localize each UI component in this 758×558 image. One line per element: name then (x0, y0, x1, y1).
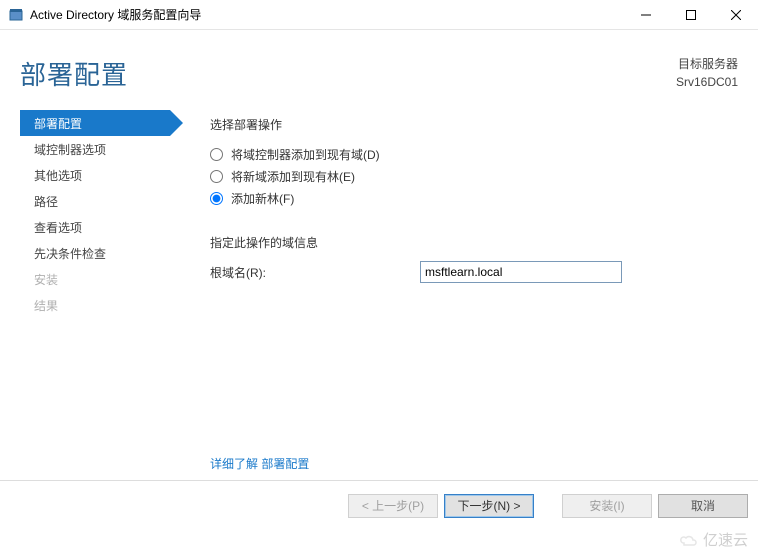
root-domain-label: 根域名(R): (210, 264, 420, 281)
window-title: Active Directory 域服务配置向导 (30, 6, 623, 23)
root-domain-row: 根域名(R): (210, 261, 738, 283)
header: 部署配置 目标服务器 Srv16DC01 (0, 30, 758, 110)
install-button: 安装(I) (562, 494, 652, 518)
domain-info-label: 指定此操作的域信息 (210, 234, 738, 251)
radio-add-to-existing-forest[interactable]: 将新域添加到现有林(E) (210, 165, 738, 187)
sidebar-item-dc-options[interactable]: 域控制器选项 (20, 136, 195, 162)
radio-input-existing-domain[interactable] (210, 148, 223, 161)
close-button[interactable] (713, 0, 758, 29)
radio-label-existing-forest: 将新域添加到现有林(E) (231, 168, 355, 185)
maximize-button[interactable] (668, 0, 713, 29)
sidebar: 部署配置 域控制器选项 其他选项 路径 查看选项 先决条件检查 安装 结果 (0, 110, 195, 480)
next-button[interactable]: 下一步(N) > (444, 494, 534, 518)
body: 部署配置 域控制器选项 其他选项 路径 查看选项 先决条件检查 安装 结果 选择… (0, 110, 758, 480)
radio-input-existing-forest[interactable] (210, 170, 223, 183)
minimize-button[interactable] (623, 0, 668, 29)
radio-label-new-forest: 添加新林(F) (231, 190, 294, 207)
target-server-info: 目标服务器 Srv16DC01 (676, 55, 738, 91)
cancel-button[interactable]: 取消 (658, 494, 748, 518)
titlebar: Active Directory 域服务配置向导 (0, 0, 758, 30)
window-controls (623, 0, 758, 29)
page-title: 部署配置 (20, 55, 128, 92)
footer: < 上一步(P) 下一步(N) > 安装(I) 取消 (0, 480, 758, 530)
sidebar-item-deploy-config[interactable]: 部署配置 (20, 110, 170, 136)
prev-button: < 上一步(P) (348, 494, 438, 518)
sidebar-item-prereq[interactable]: 先决条件检查 (20, 240, 195, 266)
select-operation-label: 选择部署操作 (210, 116, 738, 133)
sidebar-item-review[interactable]: 查看选项 (20, 214, 195, 240)
sidebar-item-results: 结果 (20, 292, 195, 318)
watermark: 亿速云 (679, 529, 748, 550)
learn-more-prefix: 详细了解 (210, 457, 261, 471)
content: 选择部署操作 将域控制器添加到现有域(D) 将新域添加到现有林(E) 添加新林(… (195, 110, 758, 480)
sidebar-item-install: 安装 (20, 266, 195, 292)
root-domain-input[interactable] (420, 261, 622, 283)
sidebar-item-other-options[interactable]: 其他选项 (20, 162, 195, 188)
learn-more: 详细了解 部署配置 (210, 455, 309, 472)
radio-add-to-existing-domain[interactable]: 将域控制器添加到现有域(D) (210, 143, 738, 165)
radio-label-existing-domain: 将域控制器添加到现有域(D) (231, 146, 380, 163)
target-server-name: Srv16DC01 (676, 73, 738, 91)
radio-add-new-forest[interactable]: 添加新林(F) (210, 187, 738, 209)
learn-more-link[interactable]: 部署配置 (261, 457, 309, 471)
radio-input-new-forest[interactable] (210, 192, 223, 205)
domain-info-section: 指定此操作的域信息 根域名(R): (210, 234, 738, 283)
sidebar-item-paths[interactable]: 路径 (20, 188, 195, 214)
target-server-label: 目标服务器 (676, 55, 738, 73)
app-icon (8, 7, 24, 23)
